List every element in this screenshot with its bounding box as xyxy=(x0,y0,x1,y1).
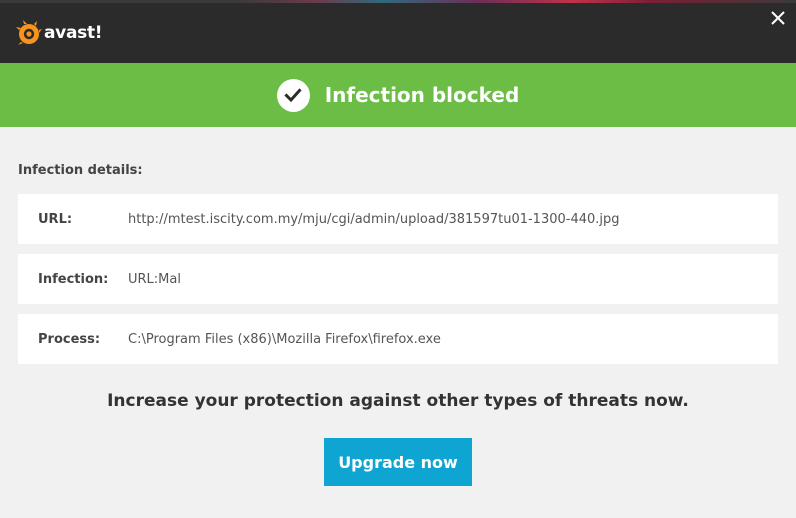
checkmark-badge xyxy=(276,78,310,112)
checkmark-icon xyxy=(284,88,302,103)
protection-promo-text: Increase your protection against other t… xyxy=(107,391,689,411)
infection-blocked-banner: Infection blocked xyxy=(0,63,796,127)
title-bar: avast! xyxy=(0,0,796,63)
detail-value-infection: URL:Mal xyxy=(128,271,181,287)
detail-value-process: C:\Program Files (x86)\Mozilla Firefox\f… xyxy=(128,331,441,347)
detail-label-process: Process: xyxy=(38,331,101,347)
banner-title: Infection blocked xyxy=(324,83,520,107)
avast-logo-text: avast! xyxy=(44,22,103,43)
infection-details-heading: Infection details: xyxy=(18,163,143,178)
title-bar-accent-strip xyxy=(0,0,796,3)
upgrade-now-button[interactable]: Upgrade now xyxy=(324,438,472,486)
close-icon xyxy=(771,11,785,25)
detail-row-url: URL: http://mtest.iscity.com.my/mju/cgi/… xyxy=(18,194,778,244)
avast-popup-window: avast! Infection blocked Infection detai… xyxy=(0,0,796,518)
close-button[interactable] xyxy=(768,8,788,28)
detail-row-infection: Infection: URL:Mal xyxy=(18,254,778,304)
detail-label-url: URL: xyxy=(38,211,73,227)
detail-row-process: Process: C:\Program Files (x86)\Mozilla … xyxy=(18,314,778,364)
avast-orb-icon xyxy=(16,20,42,46)
detail-label-infection: Infection: xyxy=(38,271,109,287)
detail-value-url: http://mtest.iscity.com.my/mju/cgi/admin… xyxy=(128,211,620,227)
avast-logo: avast! xyxy=(16,18,103,48)
